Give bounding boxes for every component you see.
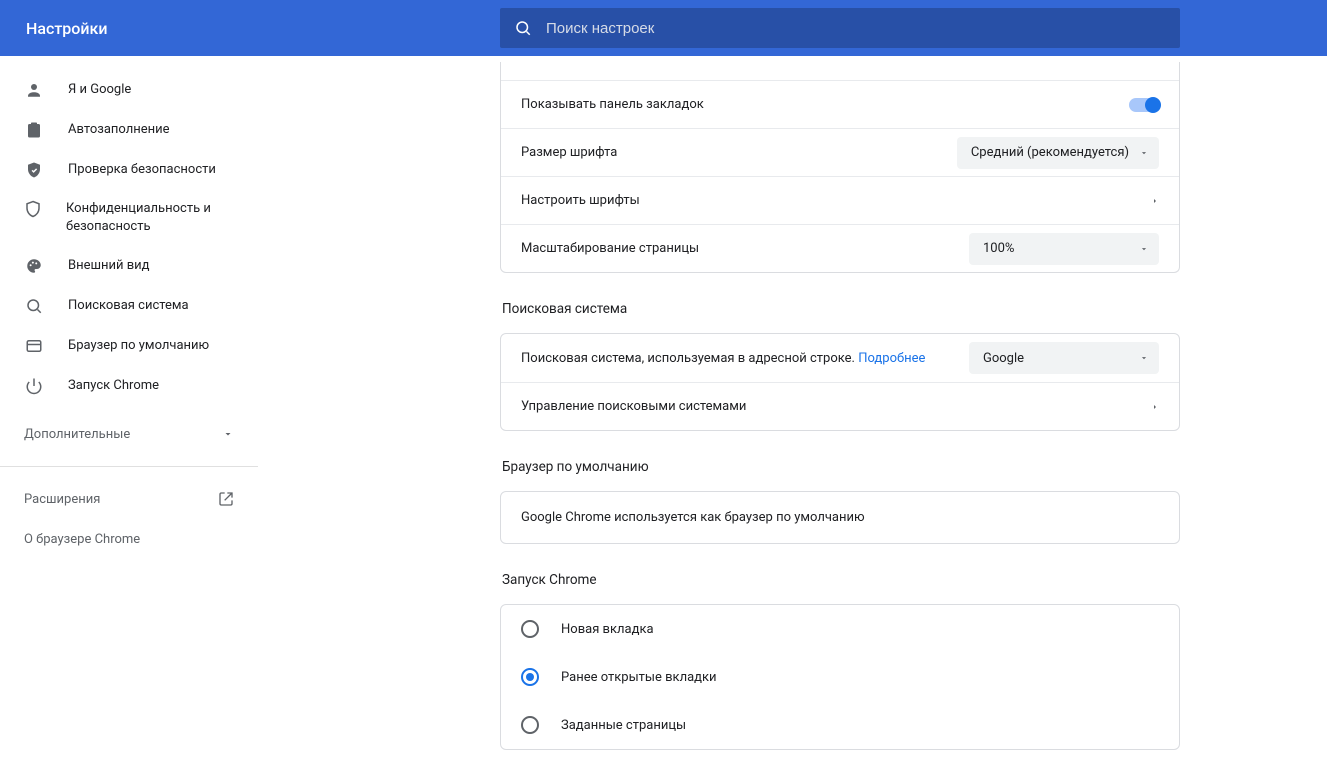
page-zoom-label: Масштабирование страницы — [521, 241, 699, 256]
sidebar-item-on-startup[interactable]: Запуск Chrome — [0, 366, 258, 406]
radio-button[interactable] — [521, 668, 539, 686]
sidebar-item-search-engine[interactable]: Поисковая система — [0, 286, 258, 326]
extensions-label: Расширения — [24, 492, 100, 507]
setting-row-page-zoom: Масштабирование страницы 100% — [501, 224, 1179, 272]
chevron-right-icon — [1151, 195, 1159, 207]
open-external-icon — [218, 491, 234, 507]
bookmarks-bar-label: Показывать панель закладок — [521, 97, 704, 112]
sidebar-item-label: Поисковая система — [68, 297, 189, 315]
search-input[interactable] — [546, 20, 1166, 37]
setting-row-addressbar-engine: Поисковая система, используемая в адресн… — [501, 334, 1179, 382]
window-icon — [24, 337, 44, 355]
addressbar-engine-label: Поисковая система, используемая в адресн… — [521, 351, 925, 366]
radio-button[interactable] — [521, 620, 539, 638]
about-label: О браузере Chrome — [24, 532, 140, 547]
section-title-default-browser: Браузер по умолчанию — [502, 459, 1180, 475]
clipboard-icon — [24, 121, 44, 139]
sidebar-item-you-and-google[interactable]: Я и Google — [0, 70, 258, 110]
font-size-label: Размер шрифта — [521, 145, 617, 160]
settings-main: Показывать панель закладок Размер шрифта… — [258, 56, 1327, 774]
default-browser-message: Google Chrome используется как браузер п… — [521, 510, 865, 525]
setting-row-manage-search-engines[interactable]: Управление поисковыми системами — [501, 382, 1179, 430]
setting-row-bookmarks-bar: Показывать панель закладок — [501, 80, 1179, 128]
learn-more-link[interactable]: Подробнее — [858, 351, 925, 366]
sidebar-advanced-toggle[interactable]: Дополнительные — [0, 414, 258, 454]
page-zoom-select[interactable]: 100% — [969, 233, 1159, 265]
shield-icon — [24, 200, 42, 218]
startup-option-label: Заданные страницы — [561, 718, 686, 733]
radio-button[interactable] — [521, 716, 539, 734]
startup-option-specific-pages[interactable]: Заданные страницы — [501, 701, 1179, 749]
startup-option-new-tab[interactable]: Новая вкладка — [501, 605, 1179, 653]
sidebar-item-label: Браузер по умолчанию — [68, 337, 209, 355]
sidebar-item-safety-check[interactable]: Проверка безопасности — [0, 150, 258, 190]
sidebar-item-label: Внешний вид — [68, 257, 150, 275]
startup-option-label: Новая вкладка — [561, 622, 654, 637]
app-header: Настройки — [0, 0, 1327, 56]
font-size-select[interactable]: Средний (рекомендуется) — [957, 137, 1159, 169]
addressbar-engine-value: Google — [983, 351, 1024, 366]
page-zoom-value: 100% — [983, 241, 1014, 256]
sidebar-item-privacy[interactable]: Конфиденциальность и безопасность — [0, 190, 258, 246]
power-icon — [24, 377, 44, 395]
setting-row-font-size: Размер шрифта Средний (рекомендуется) — [501, 128, 1179, 176]
sidebar-item-label: Конфиденциальность и безопасность — [66, 200, 234, 236]
section-title-on-startup: Запуск Chrome — [502, 572, 1180, 588]
sidebar-item-label: Я и Google — [68, 81, 131, 99]
divider — [0, 466, 258, 467]
sidebar-item-default-browser[interactable]: Браузер по умолчанию — [0, 326, 258, 366]
search-engine-card: Поисковая система, используемая в адресн… — [500, 333, 1180, 431]
person-icon — [24, 81, 44, 99]
advanced-label: Дополнительные — [24, 427, 130, 442]
startup-option-continue[interactable]: Ранее открытые вкладки — [501, 653, 1179, 701]
customize-fonts-label: Настроить шрифты — [521, 193, 640, 208]
search-icon — [24, 297, 44, 315]
font-size-value: Средний (рекомендуется) — [971, 145, 1129, 160]
chevron-down-icon — [1139, 148, 1149, 158]
appearance-card: Показывать панель закладок Размер шрифта… — [500, 62, 1180, 273]
search-icon — [514, 19, 532, 37]
section-title-search-engine: Поисковая система — [502, 301, 1180, 317]
default-browser-card: Google Chrome используется как браузер п… — [500, 491, 1180, 544]
sidebar-item-appearance[interactable]: Внешний вид — [0, 246, 258, 286]
shield-check-icon — [24, 161, 44, 179]
chevron-down-icon — [1139, 244, 1149, 254]
manage-search-engines-label: Управление поисковыми системами — [521, 399, 746, 414]
sidebar-about-link[interactable]: О браузере Chrome — [0, 519, 258, 559]
chevron-down-icon — [222, 428, 234, 440]
sidebar-extensions-link[interactable]: Расширения — [0, 479, 258, 519]
search-box[interactable] — [500, 8, 1180, 48]
sidebar: Я и Google Автозаполнение Проверка безоп… — [0, 56, 258, 774]
sidebar-item-label: Запуск Chrome — [68, 377, 159, 395]
chevron-right-icon — [1151, 401, 1159, 413]
startup-option-label: Ранее открытые вкладки — [561, 670, 717, 685]
toggle-knob — [1145, 97, 1161, 113]
setting-row-customize-fonts[interactable]: Настроить шрифты — [501, 176, 1179, 224]
on-startup-card: Новая вкладка Ранее открытые вкладки Зад… — [500, 604, 1180, 750]
bookmarks-bar-toggle[interactable] — [1129, 98, 1159, 112]
sidebar-item-label: Проверка безопасности — [68, 161, 216, 179]
page-title: Настройки — [20, 19, 500, 38]
addressbar-engine-select[interactable]: Google — [969, 342, 1159, 374]
sidebar-item-label: Автозаполнение — [68, 121, 170, 139]
chevron-down-icon — [1139, 353, 1149, 363]
palette-icon — [24, 257, 44, 275]
sidebar-item-autofill[interactable]: Автозаполнение — [0, 110, 258, 150]
